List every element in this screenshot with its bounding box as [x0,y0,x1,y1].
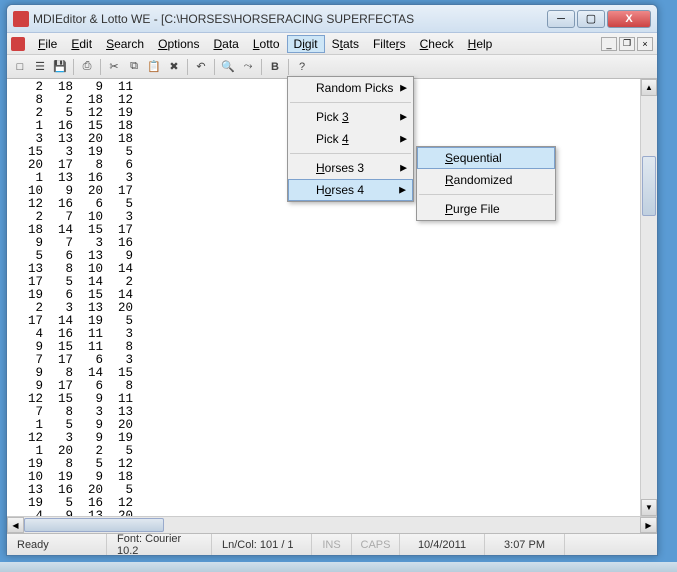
submenu-sequential[interactable]: Sequential [417,147,555,169]
titlebar: MDIEditor & Lotto WE - [C:\HORSES\HORSER… [7,5,657,33]
menu-stats[interactable]: Stats [325,35,366,53]
scroll-up-icon[interactable]: ▲ [641,79,657,96]
menu-data[interactable]: Data [206,35,245,53]
horses4-submenu: Sequential Randomized Purge File [416,146,556,221]
menu-file[interactable]: File [31,35,64,53]
status-font: Font: Courier 10.2 [107,534,212,555]
new-icon[interactable]: □ [11,58,29,76]
app-icon [13,11,29,27]
minimize-button[interactable]: ─ [547,10,575,28]
submenu-arrow-icon: ▶ [400,163,407,174]
hscroll-thumb[interactable] [24,518,164,532]
bold-icon[interactable]: B [266,58,284,76]
status-ins: INS [312,534,352,555]
open-icon[interactable]: ☰ [31,58,49,76]
help-icon[interactable]: ? [293,58,311,76]
find-icon[interactable]: 🔍 [219,58,237,76]
mdi-restore-button[interactable]: ❐ [619,37,635,51]
submenu-arrow-icon: ▶ [400,134,407,145]
menubar: File Edit Search Options Data Lotto Digi… [7,33,657,55]
status-time: 3:07 PM [485,534,565,555]
window-title: MDIEditor & Lotto WE - [C:\HORSES\HORSER… [33,12,547,26]
digit-dropdown: Random Picks▶ Pick 3▶ Pick 4▶ Horses 3▶ … [287,76,414,202]
maximize-button[interactable]: ▢ [577,10,605,28]
cut-icon[interactable]: ✂ [105,58,123,76]
status-caps: CAPS [352,534,400,555]
mdi-minimize-button[interactable]: _ [601,37,617,51]
menu-horses3[interactable]: Horses 3▶ [288,157,413,179]
scroll-thumb[interactable] [642,156,656,216]
submenu-arrow-icon: ▶ [400,83,407,94]
menubar-app-icon [11,37,25,51]
scroll-right-icon[interactable]: ▶ [640,517,657,533]
paste-icon[interactable]: 📋 [145,58,163,76]
horizontal-scrollbar[interactable]: ◀ ▶ [7,516,657,533]
save-icon[interactable]: 💾 [51,58,69,76]
statusbar: Ready Font: Courier 10.2 Ln/Col: 101 / 1… [7,533,657,555]
submenu-purge-file[interactable]: Purge File [417,198,555,220]
menu-random-picks[interactable]: Random Picks▶ [288,77,413,99]
submenu-arrow-icon: ▶ [400,112,407,123]
menu-edit[interactable]: Edit [64,35,99,53]
menu-horses4[interactable]: Horses 4▶ [288,179,413,201]
print-icon[interactable]: ⎙ [78,58,96,76]
undo-icon[interactable]: ↶ [192,58,210,76]
menu-pick3[interactable]: Pick 3▶ [288,106,413,128]
taskbar [0,562,677,572]
close-button[interactable]: X [607,10,651,28]
delete-icon[interactable]: ✖ [165,58,183,76]
status-date: 10/4/2011 [400,534,485,555]
menu-lotto[interactable]: Lotto [246,35,287,53]
scroll-left-icon[interactable]: ◀ [7,517,24,533]
submenu-arrow-icon: ▶ [399,185,406,196]
menu-digit[interactable]: Digit [287,35,325,53]
menu-filters[interactable]: Filters [366,35,413,53]
submenu-randomized[interactable]: Randomized [417,169,555,191]
menu-check[interactable]: Check [413,35,461,53]
vertical-scrollbar[interactable]: ▲ ▼ [640,79,657,516]
find-next-icon[interactable]: ⤳ [239,58,257,76]
menu-pick4[interactable]: Pick 4▶ [288,128,413,150]
copy-icon[interactable]: ⧉ [125,58,143,76]
mdi-close-button[interactable]: × [637,37,653,51]
hscroll-track[interactable] [24,517,640,533]
status-lncol: Ln/Col: 101 / 1 [212,534,312,555]
menu-options[interactable]: Options [151,35,206,53]
scroll-down-icon[interactable]: ▼ [641,499,657,516]
menu-help[interactable]: Help [461,35,500,53]
menu-search[interactable]: Search [99,35,151,53]
status-ready: Ready [7,534,107,555]
scroll-track[interactable] [641,96,657,499]
